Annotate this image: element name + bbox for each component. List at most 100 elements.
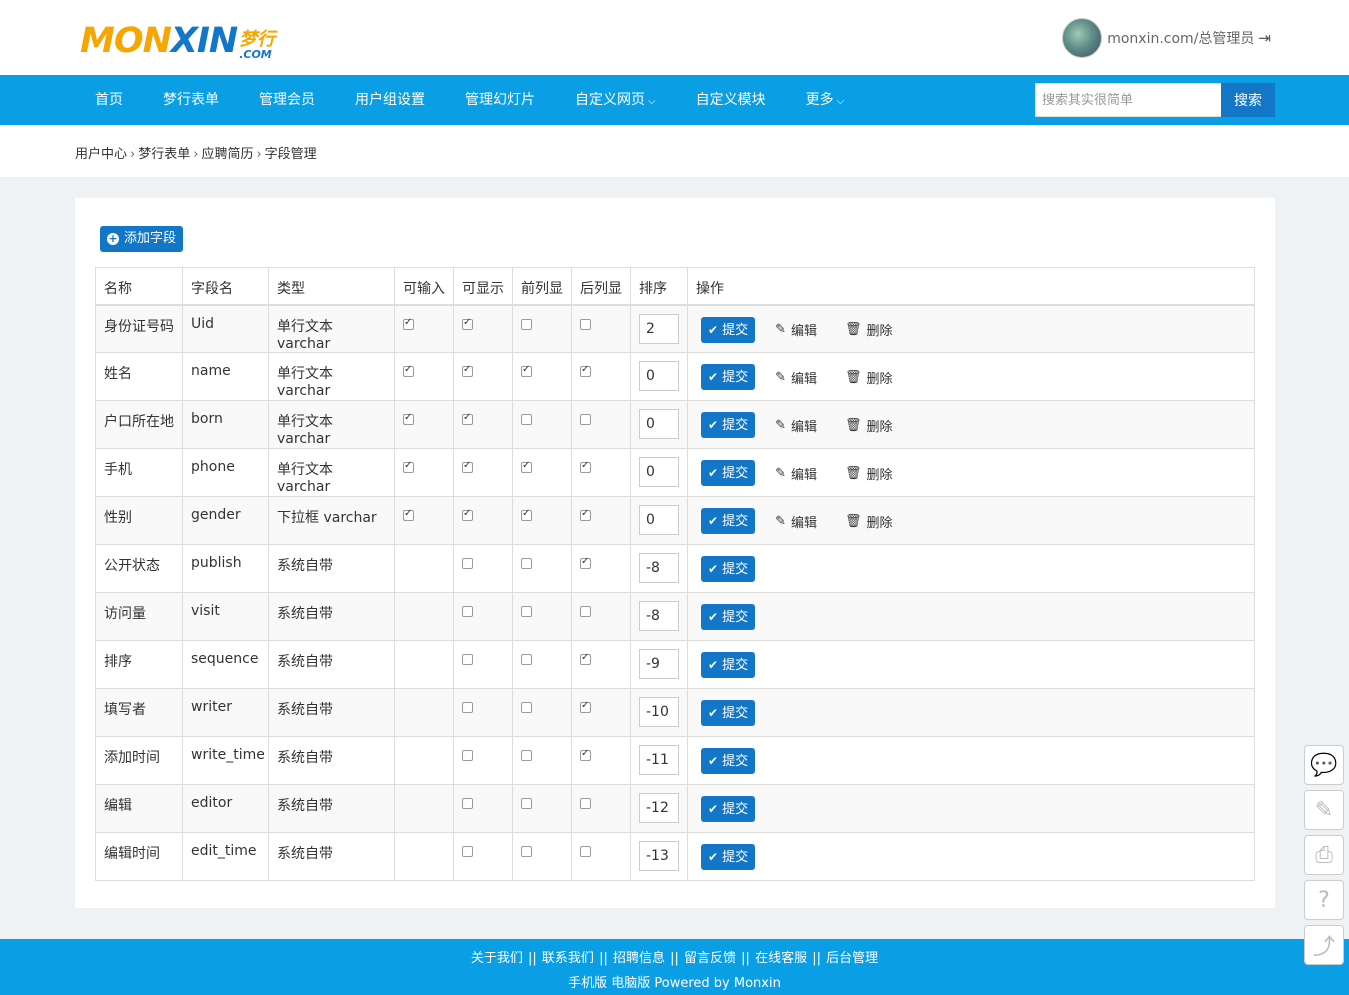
footer-link[interactable]: 在线客服 xyxy=(755,951,807,966)
sequence-input[interactable] xyxy=(639,313,679,344)
show-checkbox[interactable] xyxy=(462,846,473,857)
nav-item-1[interactable]: 梦行表单 xyxy=(143,75,239,125)
breadcrumb-item[interactable]: 梦行表单 xyxy=(138,147,190,162)
front-checkbox[interactable] xyxy=(521,558,532,569)
submit-button[interactable]: ✔ 提交 xyxy=(701,412,756,438)
sequence-input[interactable] xyxy=(639,697,679,727)
show-checkbox[interactable] xyxy=(462,558,473,569)
front-checkbox[interactable] xyxy=(521,606,532,617)
delete-link[interactable]: 🗑 删除 xyxy=(845,416,893,435)
front-checkbox[interactable] xyxy=(521,508,532,521)
sequence-input[interactable] xyxy=(639,457,679,487)
back-checkbox[interactable] xyxy=(580,364,591,377)
help-icon[interactable]: ? xyxy=(1304,880,1344,920)
back-checkbox[interactable] xyxy=(580,508,591,521)
footer-link[interactable]: 留言反馈 xyxy=(684,951,736,966)
sequence-input[interactable] xyxy=(639,601,679,631)
share-icon[interactable]: ⤴ xyxy=(1304,925,1344,965)
show-checkbox[interactable] xyxy=(462,606,473,617)
front-checkbox[interactable] xyxy=(521,846,532,857)
front-checkbox[interactable] xyxy=(521,702,532,713)
show-checkbox[interactable] xyxy=(462,317,473,330)
search-button[interactable]: 搜索 xyxy=(1221,83,1275,117)
nav-item-3[interactable]: 用户组设置 xyxy=(335,75,445,125)
search-input[interactable] xyxy=(1035,83,1221,117)
sequence-input[interactable] xyxy=(639,409,679,439)
submit-button[interactable]: ✔ 提交 xyxy=(701,748,756,774)
user-menu[interactable]: monxin.com/总管理员 ⇥ xyxy=(1062,18,1271,58)
sequence-input[interactable] xyxy=(639,649,679,679)
submit-button[interactable]: ✔ 提交 xyxy=(701,796,756,822)
back-checkbox[interactable] xyxy=(580,700,591,713)
show-checkbox[interactable] xyxy=(462,508,473,521)
wechat-icon[interactable]: 💬 xyxy=(1304,745,1344,785)
front-checkbox[interactable] xyxy=(521,798,532,809)
show-checkbox[interactable] xyxy=(462,364,473,377)
edit-link[interactable]: ✎ 编辑 xyxy=(775,320,817,339)
show-checkbox[interactable] xyxy=(462,412,473,425)
delete-link[interactable]: 🗑 删除 xyxy=(845,512,893,531)
submit-button[interactable]: ✔ 提交 xyxy=(701,844,756,870)
edit-link[interactable]: ✎ 编辑 xyxy=(775,416,817,435)
print-icon[interactable]: ⎙ xyxy=(1304,835,1344,875)
delete-link[interactable]: 🗑 删除 xyxy=(845,368,893,387)
submit-button[interactable]: ✔ 提交 xyxy=(701,316,756,343)
back-checkbox[interactable] xyxy=(580,414,591,425)
front-checkbox[interactable] xyxy=(521,414,532,425)
delete-link[interactable]: 🗑 删除 xyxy=(845,464,893,483)
show-checkbox[interactable] xyxy=(462,654,473,665)
back-checkbox[interactable] xyxy=(580,652,591,665)
nav-item-7[interactable]: 更多 ⌵ xyxy=(786,75,865,125)
sequence-input[interactable] xyxy=(639,841,679,871)
back-checkbox[interactable] xyxy=(580,748,591,761)
footer-link[interactable]: 联系我们 xyxy=(542,951,594,966)
back-checkbox[interactable] xyxy=(580,798,591,809)
back-checkbox[interactable] xyxy=(580,556,591,569)
add-field-button[interactable]: + 添加字段 xyxy=(100,226,184,252)
breadcrumb-item[interactable]: 应聘简历 xyxy=(201,147,253,162)
back-checkbox[interactable] xyxy=(580,318,591,330)
edit-link[interactable]: ✎ 编辑 xyxy=(775,464,817,483)
submit-button[interactable]: ✔ 提交 xyxy=(701,700,756,726)
nav-item-6[interactable]: 自定义模块 xyxy=(676,75,786,125)
show-checkbox[interactable] xyxy=(462,750,473,761)
nav-item-4[interactable]: 管理幻灯片 xyxy=(445,75,555,125)
front-checkbox[interactable] xyxy=(521,460,532,473)
nav-item-2[interactable]: 管理会员 xyxy=(239,75,335,125)
nav-item-5[interactable]: 自定义网页 ⌵ xyxy=(555,75,676,125)
input-checkbox[interactable] xyxy=(403,364,414,377)
sequence-input[interactable] xyxy=(639,745,679,775)
show-checkbox[interactable] xyxy=(462,702,473,713)
submit-button[interactable]: ✔ 提交 xyxy=(701,556,756,582)
submit-button[interactable]: ✔ 提交 xyxy=(701,460,756,486)
back-checkbox[interactable] xyxy=(580,846,591,857)
sequence-input[interactable] xyxy=(639,553,679,583)
footer-link[interactable]: 后台管理 xyxy=(826,951,878,966)
edit-link[interactable]: ✎ 编辑 xyxy=(775,512,817,531)
sign-out-icon[interactable]: ⇥ xyxy=(1258,29,1271,47)
input-checkbox[interactable] xyxy=(403,508,414,521)
delete-link[interactable]: 🗑 删除 xyxy=(845,320,893,339)
brand-logo[interactable]: MONXIN 梦行 .COM xyxy=(80,22,275,60)
sequence-input[interactable] xyxy=(639,505,679,535)
front-checkbox[interactable] xyxy=(521,364,532,377)
footer-link[interactable]: 招聘信息 xyxy=(613,951,665,966)
back-checkbox[interactable] xyxy=(580,460,591,473)
input-checkbox[interactable] xyxy=(403,412,414,425)
sequence-input[interactable] xyxy=(639,361,679,391)
breadcrumb-item[interactable]: 用户中心 xyxy=(75,147,127,162)
front-checkbox[interactable] xyxy=(521,654,532,665)
front-checkbox[interactable] xyxy=(521,318,532,330)
footer-link[interactable]: 关于我们 xyxy=(471,951,523,966)
nav-item-0[interactable]: 首页 xyxy=(75,75,143,125)
input-checkbox[interactable] xyxy=(403,460,414,473)
submit-button[interactable]: ✔ 提交 xyxy=(701,508,756,534)
input-checkbox[interactable] xyxy=(403,317,414,330)
show-checkbox[interactable] xyxy=(462,798,473,809)
submit-button[interactable]: ✔ 提交 xyxy=(701,652,756,678)
front-checkbox[interactable] xyxy=(521,750,532,761)
back-checkbox[interactable] xyxy=(580,606,591,617)
sequence-input[interactable] xyxy=(639,793,679,823)
submit-button[interactable]: ✔ 提交 xyxy=(701,364,756,390)
pencil-icon[interactable]: ✎ xyxy=(1304,790,1344,830)
